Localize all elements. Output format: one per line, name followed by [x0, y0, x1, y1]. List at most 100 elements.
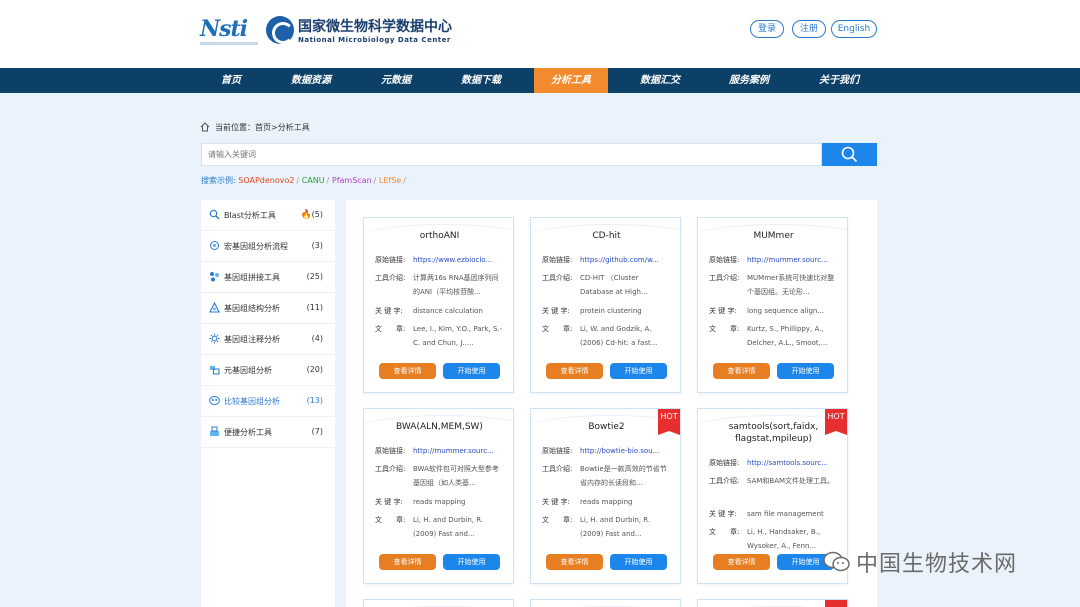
sidebar-item-blast[interactable]: Blast分析工具 🔥(5): [201, 200, 335, 231]
card-title[interactable]: Bowtie2: [531, 421, 680, 433]
sidebar-item-count: (25): [306, 272, 323, 281]
card-link[interactable]: http://mummer.sourc...: [747, 253, 839, 267]
view-details-button[interactable]: 查看详情: [713, 363, 770, 379]
card-link-label: 原始链接:: [375, 447, 406, 455]
search-input[interactable]: [201, 143, 822, 166]
sidebar-item-convenient-tools[interactable]: 便捷分析工具 (7): [201, 417, 335, 448]
tool-card-partial: [530, 599, 681, 607]
register-button[interactable]: 注册: [792, 20, 826, 38]
card-link-label: 原始链接:: [542, 447, 573, 455]
nav-item-data-resources[interactable]: 数据资源: [274, 68, 348, 93]
card-title[interactable]: samtools(sort,faidx, flagstat,mpileup): [698, 421, 847, 445]
sidebar-item-label: 基因组拼接工具: [224, 273, 280, 282]
card-keyword-label: 关 键 字:: [542, 498, 570, 506]
sidebar-item-label: 便捷分析工具: [224, 428, 272, 437]
tool-card-cd-hit: CD-hit 原始链接: https://github.com/w... 工具介绍…: [530, 217, 681, 393]
nav-item-data-submission[interactable]: 数据汇交: [623, 68, 697, 93]
card-intro-row: 工具介绍: Bowtie是一款高效的节省节省内存的长读段和...: [542, 462, 672, 490]
card-keyword-row: 关 键 字: sam file management: [709, 507, 839, 521]
nsti-logo-underline: [200, 42, 258, 45]
nav-item-service-cases[interactable]: 服务案例: [712, 68, 786, 93]
example-soapdenovo2[interactable]: SOAPdenovo2: [238, 176, 294, 185]
sidebar-item-structure[interactable]: 基因组结构分析 (11): [201, 293, 335, 324]
nav-item-data-download[interactable]: 数据下载: [444, 68, 518, 93]
fire-icon: 🔥: [300, 210, 312, 220]
start-using-button[interactable]: 开始使用: [777, 363, 834, 379]
card-article-label: 文 章:: [542, 325, 573, 333]
sidebar-item-label: 元基因组分析: [224, 366, 272, 375]
view-details-button[interactable]: 查看详情: [546, 554, 603, 570]
nav-item-analysis-tools[interactable]: 分析工具: [534, 68, 608, 93]
card-article-label: 文 章:: [542, 516, 573, 524]
english-button[interactable]: English: [831, 20, 877, 38]
example-pfamscan[interactable]: PfamScan: [332, 176, 372, 185]
card-title[interactable]: orthoANI: [364, 230, 513, 242]
card-keyword-row: 关 键 字: long sequence align...: [709, 304, 839, 318]
card-link[interactable]: https://github.com/w...: [580, 253, 672, 267]
sidebar-item-metagenome-pipeline[interactable]: 宏基因组分析流程 (3): [201, 231, 335, 262]
example-lefse[interactable]: LEfSe: [379, 176, 401, 185]
card-title[interactable]: BWA(ALN,MEM,SW): [364, 421, 513, 433]
card-keyword: sam file management: [747, 510, 824, 518]
card-intro: BWA软件包可对照大型参考基因组（如人类基...: [413, 465, 499, 487]
card-intro: SAM和BAM文件处理工具。: [747, 477, 835, 485]
nmdc-logo-title[interactable]: 国家微生物科学数据中心: [298, 16, 452, 36]
card-keyword: reads mapping: [413, 498, 466, 506]
breadcrumb-path[interactable]: 首页>分析工具: [255, 122, 310, 133]
card-intro-label: 工具介绍:: [542, 274, 573, 282]
card-link[interactable]: http://bowtie-bio.sou...: [580, 444, 672, 458]
card-link-label: 原始链接:: [375, 256, 406, 264]
sidebar-item-metagenome[interactable]: 元基因组分析 (20): [201, 355, 335, 386]
start-using-button[interactable]: 开始使用: [610, 363, 667, 379]
sidebar-item-label: 基因组结构分析: [224, 304, 280, 313]
card-article: Li, W. and Godzik, A. (2006) Cd-hit: a f…: [580, 325, 658, 347]
start-using-button[interactable]: 开始使用: [443, 363, 500, 379]
nav-item-about-us[interactable]: 关于我们: [802, 68, 876, 93]
nsti-logo[interactable]: Nsti: [200, 14, 258, 48]
sidebar-item-annotation[interactable]: 基因组注释分析 (4): [201, 324, 335, 355]
sidebar-item-comparative-genomics[interactable]: 比较基因组分析 (13): [201, 386, 335, 417]
view-details-button[interactable]: 查看详情: [379, 554, 436, 570]
search-examples-label: 搜索示例:: [201, 176, 236, 185]
assembly-icon: [210, 272, 219, 282]
sidebar-item-assembly[interactable]: 基因组拼接工具 (25): [201, 262, 335, 293]
start-using-button[interactable]: 开始使用: [610, 554, 667, 570]
view-details-button[interactable]: 查看详情: [713, 554, 770, 570]
card-intro-label: 工具介绍:: [709, 274, 740, 282]
nsti-logo-text: Nsti: [200, 16, 248, 42]
structure-icon: [209, 302, 220, 313]
watermark-text: 中国生物技术网: [856, 552, 1018, 577]
card-link-row: 原始链接: https://github.com/w...: [542, 253, 672, 267]
start-using-button[interactable]: 开始使用: [443, 554, 500, 570]
nmdc-logo-icon[interactable]: [266, 16, 294, 44]
card-title[interactable]: MUMmer: [698, 230, 847, 242]
nav-item-metadata[interactable]: 元数据: [359, 68, 433, 93]
tool-card-orthoani: orthoANI 原始链接: https://www.ezbioclo... 工具…: [363, 217, 514, 393]
nav-item-home[interactable]: 首页: [194, 68, 268, 93]
card-intro-row: 工具介绍: SAM和BAM文件处理工具。: [709, 474, 839, 502]
card-link[interactable]: http://mummer.sourc...: [413, 444, 505, 458]
search-button[interactable]: [822, 143, 877, 166]
card-link[interactable]: http://samtools.sourc...: [747, 456, 839, 470]
example-canu[interactable]: CANU: [302, 176, 325, 185]
card-article-label: 文 章:: [375, 325, 406, 333]
metagenome-icon: [210, 241, 219, 250]
card-link[interactable]: https://www.ezbioclo...: [413, 253, 505, 267]
breadcrumb: 当前位置： 首页>分析工具: [200, 120, 310, 134]
tool-card-partial: [697, 599, 848, 607]
sidebar-item-label: 基因组注释分析: [224, 335, 280, 344]
card-title[interactable]: CD-hit: [531, 230, 680, 242]
hot-badge: [825, 600, 847, 607]
home-icon: [200, 122, 210, 132]
sidebar-item-count: (7): [311, 427, 323, 436]
view-details-button[interactable]: 查看详情: [379, 363, 436, 379]
sidebar-item-count: 🔥(5): [300, 210, 323, 220]
card-article-row: 文 章: Kurtz, S., Phillippy, A., Delcher, A…: [709, 322, 839, 350]
card-keyword-label: 关 键 字:: [375, 307, 403, 315]
search-examples: 搜索示例: SOAPdenovo2/ CANU / PfamScan / LEfSe…: [201, 176, 406, 185]
view-details-button[interactable]: 查看详情: [546, 363, 603, 379]
card-keyword-row: 关 键 字: distance calculation: [375, 304, 505, 318]
card-intro-row: 工具介绍: MUMmer系统可快速比对整个基因组。无论形...: [709, 271, 839, 299]
login-button[interactable]: 登录: [750, 20, 784, 38]
card-article-row: 文 章: Lee, I., Kim, Y.O., Park, S.-C. and …: [375, 322, 505, 350]
